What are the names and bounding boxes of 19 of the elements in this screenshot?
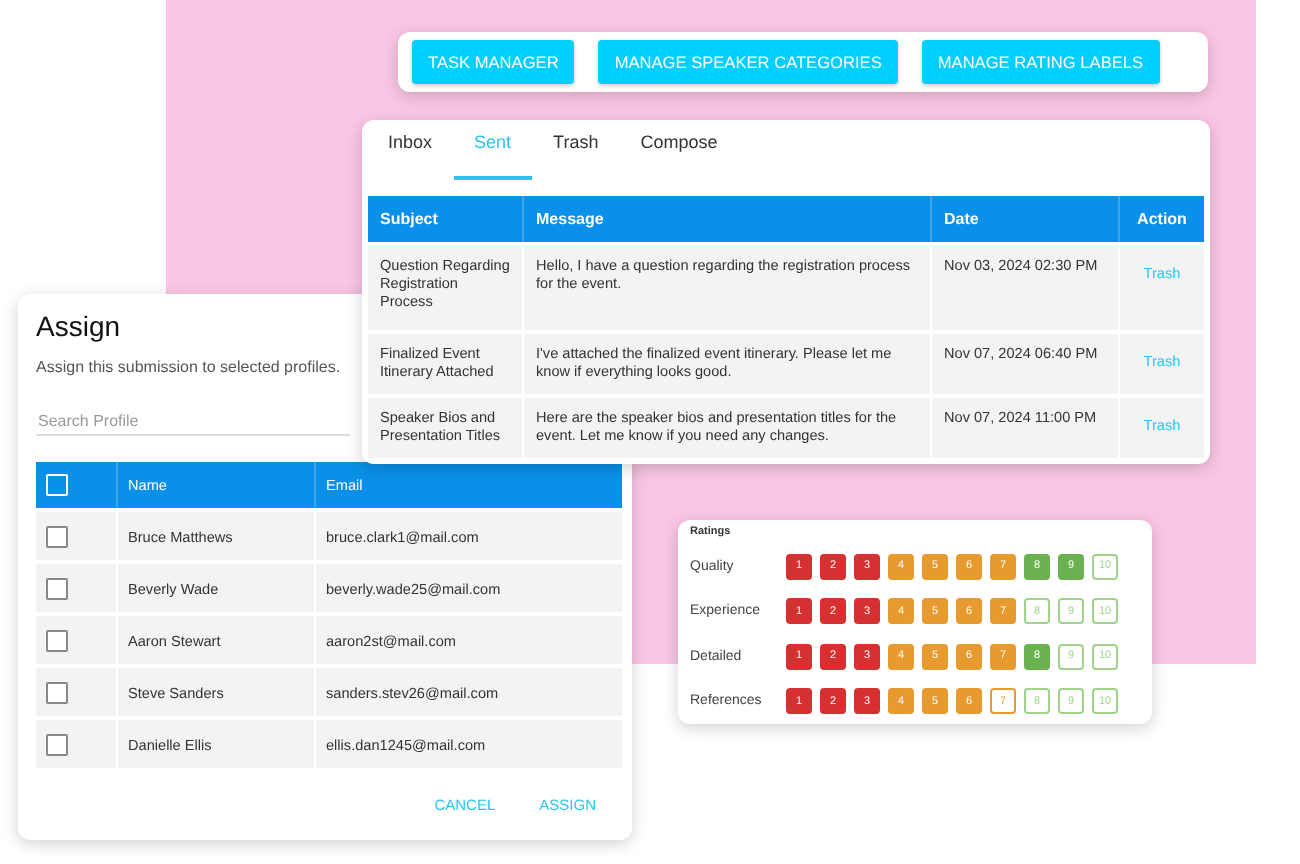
column-header: Message	[524, 196, 932, 242]
column-header: Subject	[368, 196, 524, 242]
checkbox[interactable]	[46, 733, 68, 755]
tab[interactable]: Inbox	[368, 120, 453, 180]
tab[interactable]: Sent	[454, 120, 532, 180]
search-field[interactable]: Search Profile	[36, 408, 350, 436]
column-header: Date	[932, 196, 1120, 242]
checkbox[interactable]	[46, 681, 68, 703]
checkbox[interactable]	[46, 629, 68, 651]
dialog-description: Assign this submission to selected profiles.	[36, 358, 341, 376]
checkbox[interactable]	[46, 577, 68, 599]
toolbar-button[interactable]: MANAGE RATING LABELS	[921, 40, 1160, 84]
toolbar-button[interactable]: TASK MANAGER	[412, 40, 575, 84]
tab[interactable]: Compose	[620, 120, 738, 180]
tab[interactable]: Trash	[533, 120, 619, 180]
checkbox[interactable]	[46, 525, 68, 547]
dialog-title: Assign	[36, 310, 123, 342]
toolbar-button[interactable]: MANAGE SPEAKER CATEGORIES	[598, 40, 898, 84]
column-header: Action	[1135, 208, 1189, 232]
